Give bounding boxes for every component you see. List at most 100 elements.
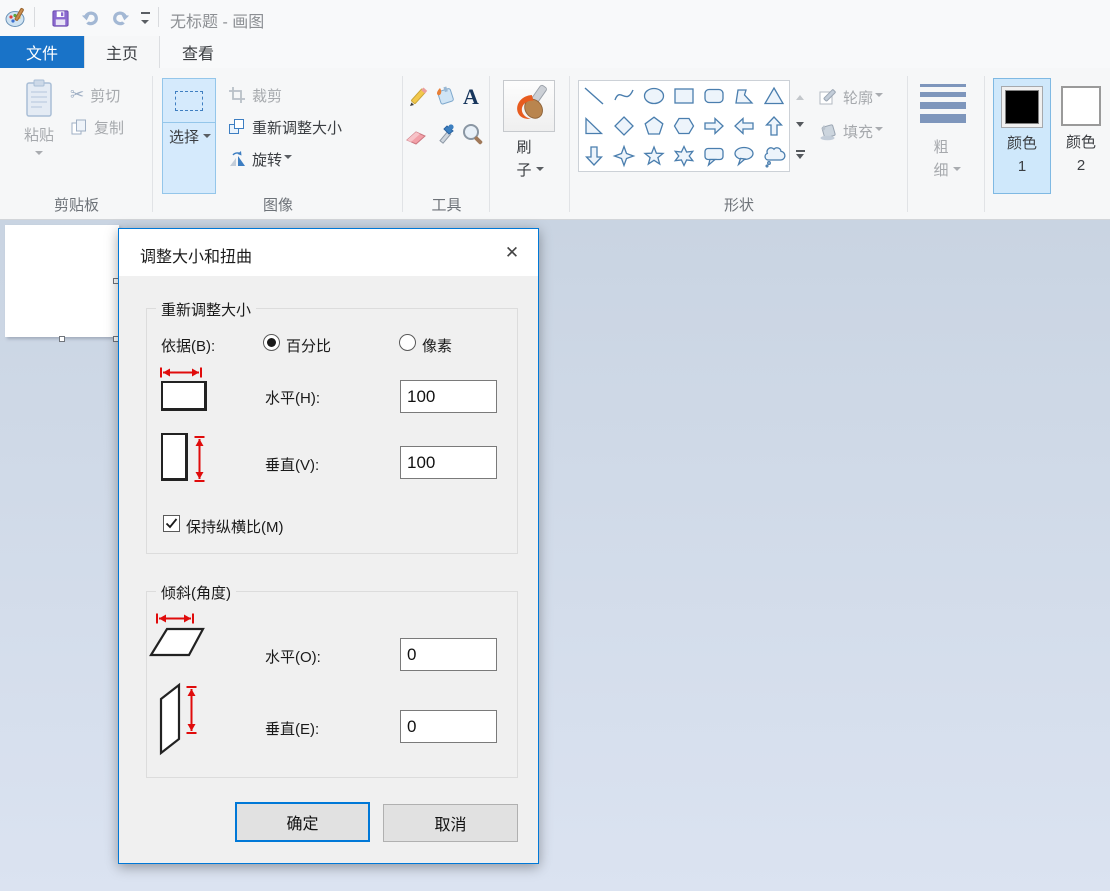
brush-label-wrap[interactable]: 刷子 [503,136,555,182]
outline-label: 轮廓 [843,87,873,108]
brush-label: 刷子 [514,136,534,182]
save-button[interactable] [48,6,72,30]
shape-arrow-left[interactable] [729,111,759,141]
canvas-resize-handle-bottom[interactable] [59,336,65,342]
title-bar: 无标题 - 画图 [0,0,1110,36]
shape-pentagon[interactable] [639,111,669,141]
fill-label: 填充 [843,121,873,142]
skew-group-label: 倾斜(角度) [156,582,236,603]
size-icon[interactable] [920,84,966,128]
tab-file[interactable]: 文件 [0,36,84,68]
shape-triangle[interactable] [759,81,789,111]
paint-window: 无标题 - 画图 文件 主页 查看 粘贴 ✂ 剪切 复制 [0,0,1110,891]
rotate-icon [228,150,246,168]
maintain-aspect-checkbox[interactable] [163,515,180,532]
skew-vertical-icon [155,681,185,757]
shape-star-5[interactable] [639,141,669,171]
shape-hexagon[interactable] [669,111,699,141]
skew-groupbox: 倾斜(角度) [146,591,518,778]
text-icon[interactable]: A [459,85,483,109]
shape-callout-oval[interactable] [729,141,759,171]
size-button[interactable]: 粗细 [908,136,984,182]
eraser-icon[interactable] [404,124,428,148]
fill-button[interactable]: 填充 [818,118,883,144]
radio-percentage[interactable] [263,334,280,351]
qat-separator [34,7,35,27]
qat-customize-button[interactable] [139,12,151,33]
shapes-scroll-down-button[interactable] [792,111,808,142]
brush-button[interactable] [503,80,555,132]
size-label: 粗细 [931,136,951,182]
drawing-canvas[interactable] [5,225,119,337]
shapes-more-button[interactable] [792,141,808,172]
paint-logo-icon[interactable] [4,6,28,30]
shape-arrow-right[interactable] [699,111,729,141]
paste-button[interactable]: 粘贴 [12,78,66,194]
crop-button[interactable]: 裁剪 [228,82,282,108]
resize-by-label: 依据(B): [161,335,215,356]
clipboard-group-label: 剪贴板 [0,194,153,215]
qat-separator [158,7,159,27]
shape-rounded-rectangle[interactable] [699,81,729,111]
outline-button[interactable]: 轮廓 [818,84,883,110]
skew-vertical-label: 垂直(E): [265,718,319,739]
pencil-icon[interactable] [406,86,430,110]
shape-callout-cloud[interactable] [759,141,789,171]
skew-vertical-input[interactable] [400,710,497,743]
shape-polygon[interactable] [729,81,759,111]
undo-button[interactable] [78,6,102,30]
tab-view[interactable]: 查看 [160,36,236,68]
shape-curve[interactable] [609,81,639,111]
select-label: 选择 [167,127,201,149]
brush-icon [507,84,551,128]
skew-vertical-arrow-icon [185,685,198,735]
copy-button[interactable]: 复制 [70,114,124,140]
shape-rectangle[interactable] [669,81,699,111]
shape-ellipse[interactable] [639,81,669,111]
shape-line[interactable] [579,81,609,111]
color1-swatch [1005,90,1039,124]
image-group-label: 图像 [153,194,403,215]
shape-arrow-down[interactable] [579,141,609,171]
cut-button[interactable]: ✂ 剪切 [70,82,120,108]
resize-button[interactable]: 重新调整大小 [228,114,342,140]
tools-group-label: 工具 [403,194,490,215]
select-button[interactable]: 选择 [162,78,216,194]
eyedropper-icon[interactable] [433,122,457,146]
resize-vertical-input[interactable] [400,446,497,479]
copy-label: 复制 [94,117,124,138]
radio-pixels[interactable] [399,334,416,351]
resize-group-label: 重新调整大小 [156,299,256,320]
close-icon[interactable]: ✕ [499,240,525,266]
color2-label: 颜色 2 [1064,131,1098,177]
resize-horizontal-input[interactable] [400,380,497,413]
shapes-scroll-up-button[interactable] [792,80,808,111]
shape-callout-rounded[interactable] [699,141,729,171]
ok-button[interactable]: 确定 [235,802,370,842]
shape-right-triangle[interactable] [579,111,609,141]
color1-button[interactable]: 颜色 1 [993,78,1051,194]
color1-label: 颜色 1 [1005,132,1039,178]
color2-swatch [1061,86,1101,126]
shape-diamond[interactable] [609,111,639,141]
crop-icon [228,86,246,104]
shape-star-4[interactable] [609,141,639,171]
redo-button[interactable] [108,6,132,30]
rotate-button[interactable]: 旋转 [228,146,292,172]
shape-arrow-up[interactable] [759,111,789,141]
tab-home[interactable]: 主页 [84,36,160,68]
shape-star-6[interactable] [669,141,699,171]
color2-button[interactable]: 颜色 2 [1057,78,1105,194]
shapes-group-label: 形状 [570,194,908,215]
checkmark-icon [165,517,178,530]
magnifier-icon[interactable] [461,122,485,146]
resize-vertical-icon [161,433,188,481]
cancel-button[interactable]: 取消 [383,804,518,842]
fill-bucket-icon[interactable] [432,84,456,108]
skew-horizontal-input[interactable] [400,638,497,671]
resize-skew-dialog: 调整大小和扭曲 ✕ 重新调整大小 依据(B): 百分比 像素 水平(H): [118,228,539,864]
skew-horizontal-arrow-icon [155,612,195,625]
radio-pixels-label: 像素 [422,335,452,356]
shapes-gallery [578,80,790,172]
dialog-title-bar[interactable]: 调整大小和扭曲 ✕ [119,229,538,276]
